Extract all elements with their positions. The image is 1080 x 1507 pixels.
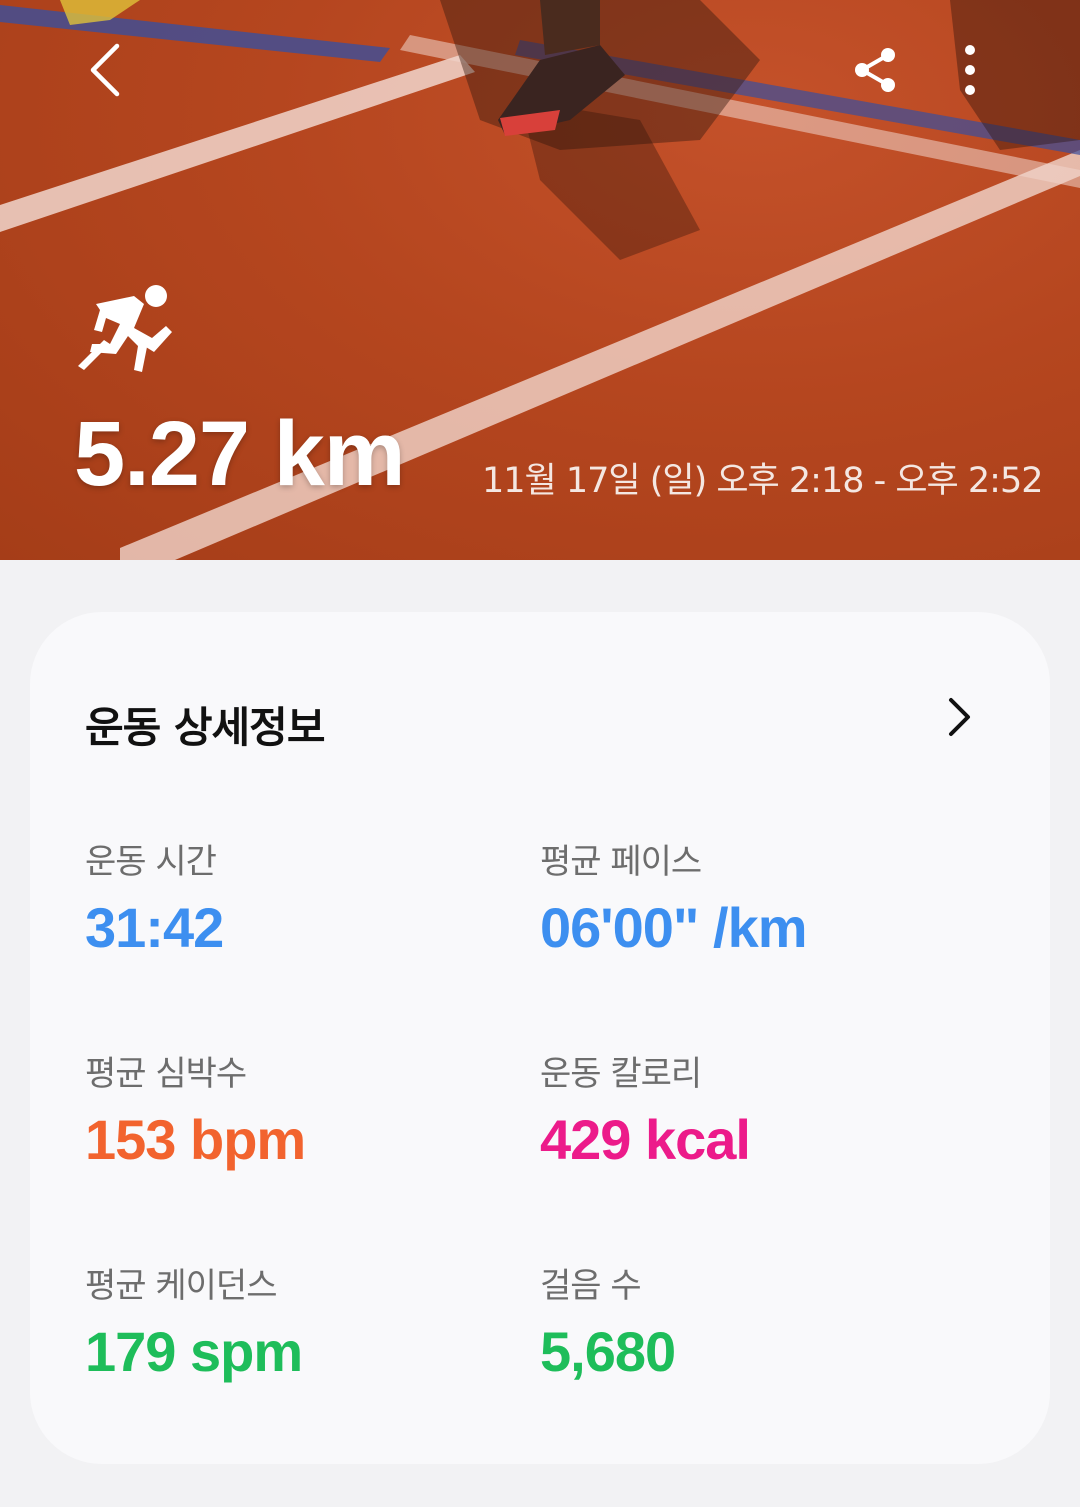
metric-value: 5,680 [540,1320,676,1383]
metric-value: 31:42 [85,896,224,959]
workout-date-range: 11월 17일 (일) 오후 2:18 - 오후 2:52 [482,461,1043,501]
metric-label: 운동 시간 [85,842,217,882]
distance-value: 5.27 km [74,403,406,505]
metric-label: 운동 칼로리 [540,1054,702,1094]
more-vertical-icon [965,45,975,95]
metric-label: 평균 케이던스 [85,1266,278,1306]
share-button[interactable] [840,35,910,105]
metric-label: 평균 심박수 [85,1054,247,1094]
metric-average-pace: 평균 페이스 06'00" /km [540,834,807,960]
more-options-button[interactable] [935,35,1005,105]
chevron-left-icon [90,43,120,97]
metric-average-cadence: 평균 케이던스 179 spm [85,1258,303,1384]
share-icon [855,48,895,92]
metric-value: 179 spm [85,1320,303,1383]
metric-average-heart-rate: 평균 심박수 153 bpm [85,1046,306,1172]
workout-details-card: 운동 상세정보 운동 시간 31:42 평균 페이스 06'00" /km 평균… [30,612,1050,1464]
metric-calories: 운동 칼로리 429 kcal [540,1046,751,1172]
metric-value: 06'00" /km [540,896,807,959]
back-button[interactable] [70,30,140,110]
metric-label: 평균 페이스 [540,842,702,882]
chevron-right-icon [949,698,970,736]
metric-label: 걸음 수 [540,1266,642,1306]
hero-banner: 5.27 km 11월 17일 (일) 오후 2:18 - 오후 2:52 [0,0,1080,560]
metric-steps: 걸음 수 5,680 [540,1258,676,1384]
metric-value: 153 bpm [85,1108,306,1171]
card-title: 운동 상세정보 [85,703,325,752]
metric-value: 429 kcal [540,1108,751,1171]
metric-workout-time: 운동 시간 31:42 [85,834,224,960]
details-more-button[interactable] [935,692,985,742]
running-icon [78,285,172,372]
